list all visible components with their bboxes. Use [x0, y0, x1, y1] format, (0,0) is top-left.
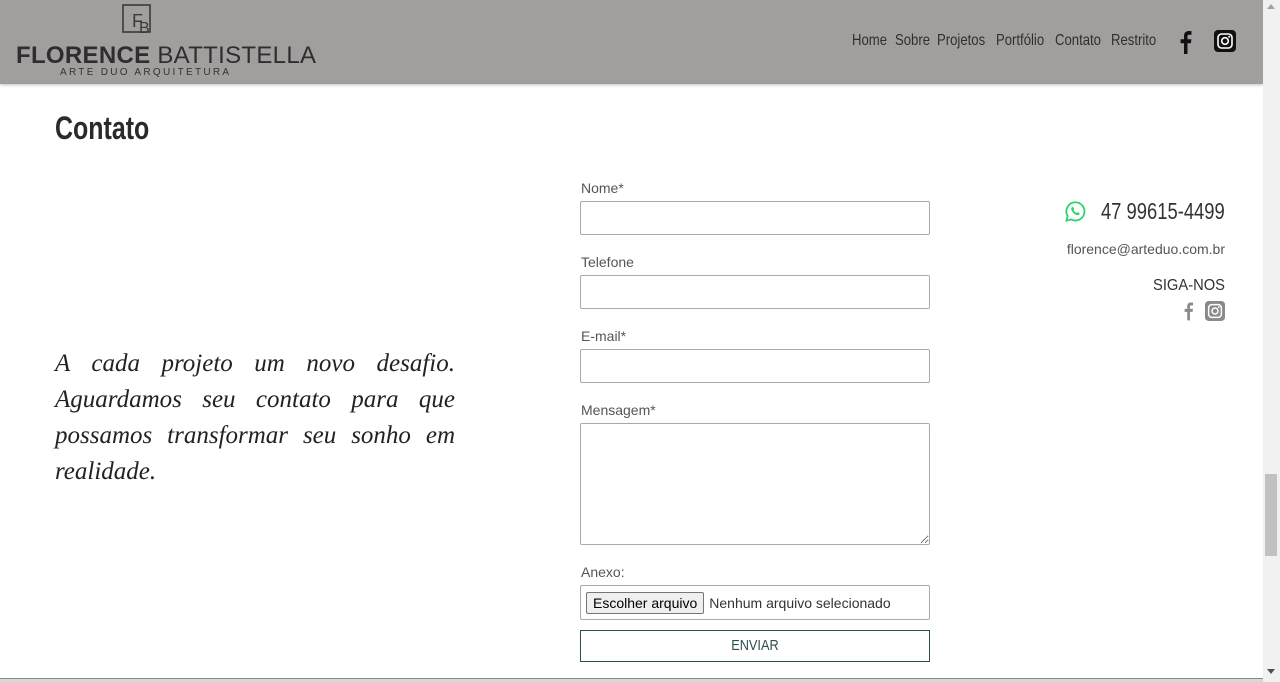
name-field[interactable] — [580, 201, 930, 235]
monogram-icon: F B — [122, 4, 151, 36]
message-label: Mensagem* — [581, 402, 656, 418]
page-title: Contato — [55, 110, 150, 146]
submit-label: ENVIAR — [731, 637, 779, 654]
instagram-icon[interactable] — [1214, 30, 1236, 52]
submit-button[interactable]: ENVIAR — [580, 630, 930, 662]
scroll-down-arrow-icon[interactable] — [1267, 669, 1275, 674]
file-input[interactable]: Escolher arquivo Nenhum arquivo selecion… — [580, 585, 930, 620]
facebook-icon[interactable] — [1181, 301, 1195, 321]
whatsapp-icon — [1065, 201, 1086, 222]
email-link[interactable]: florence@arteduo.com.br — [965, 241, 1225, 257]
svg-text:B: B — [139, 20, 150, 36]
nav-projetos[interactable]: Projetos — [937, 32, 985, 50]
nav-restrito[interactable]: Restrito — [1111, 32, 1156, 50]
logo[interactable]: F B FLORENCE BATTISTELLA ARTE DUO ARQUIT… — [14, 4, 316, 80]
nav-contato[interactable]: Contato — [1055, 32, 1101, 50]
scroll-up-arrow-icon[interactable] — [1267, 4, 1275, 9]
phone-label: Telefone — [581, 254, 634, 270]
name-label: Nome* — [581, 180, 624, 196]
facebook-icon[interactable] — [1176, 30, 1194, 54]
contact-form: Nome* Telefone E-mail* Mensagem* Anexo: … — [580, 179, 930, 662]
nav-sobre[interactable]: Sobre — [895, 32, 930, 50]
social-links — [965, 301, 1225, 321]
logo-name: FLORENCE BATTISTELLA — [16, 42, 316, 70]
logo-name-light: BATTISTELLA — [157, 42, 317, 69]
site-header: F B FLORENCE BATTISTELLA ARTE DUO ARQUIT… — [0, 0, 1263, 84]
nav-home[interactable]: Home — [852, 32, 887, 50]
phone-row[interactable]: 47 99615-4499 — [965, 198, 1225, 225]
vertical-scrollbar[interactable] — [1263, 0, 1280, 682]
scroll-thumb[interactable] — [1265, 474, 1277, 556]
attachment-label: Anexo: — [581, 564, 625, 580]
contact-info: 47 99615-4499 florence@arteduo.com.br SI… — [965, 198, 1225, 321]
file-status: Nenhum arquivo selecionado — [709, 594, 891, 611]
page: F B FLORENCE BATTISTELLA ARTE DUO ARQUIT… — [0, 0, 1280, 682]
choose-file-button[interactable]: Escolher arquivo — [586, 591, 705, 614]
instagram-icon[interactable] — [1205, 301, 1225, 321]
page-bottom-edge — [0, 678, 1263, 682]
tagline-quote: A cada projeto um novo desafio. Aguardam… — [55, 350, 455, 485]
nav-portfolio[interactable]: Portfólio — [996, 32, 1044, 50]
logo-name-bold: FLORENCE — [16, 42, 151, 69]
follow-label: SIGA-NOS — [1153, 277, 1225, 294]
email-label: E-mail* — [581, 328, 627, 344]
message-field[interactable] — [580, 423, 930, 545]
phone-number: 47 99615-4499 — [1101, 198, 1225, 224]
logo-tagline: ARTE DUO ARQUITETURA — [60, 67, 232, 78]
main-nav: Home Sobre Projetos Portfólio Contato Re… — [852, 32, 1160, 50]
email-field[interactable] — [580, 349, 930, 383]
phone-field[interactable] — [580, 275, 930, 309]
